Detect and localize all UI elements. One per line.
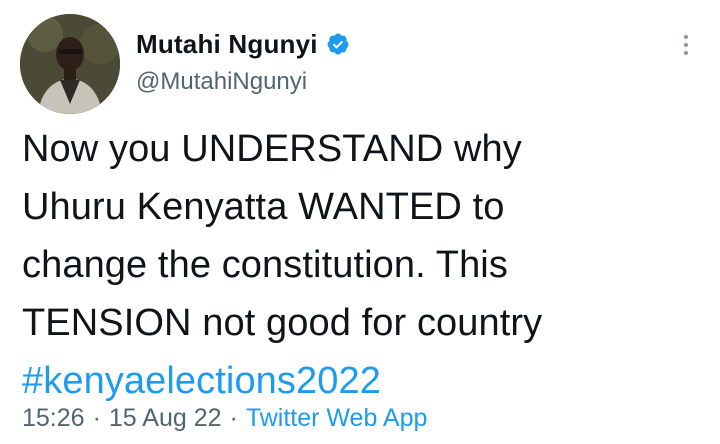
avatar-photo bbox=[20, 14, 120, 114]
tweet-time[interactable]: 15:26 bbox=[22, 404, 85, 432]
display-name[interactable]: Mutahi Ngunyi bbox=[136, 29, 318, 60]
tweet-line: Uhuru Kenyatta WANTED to bbox=[22, 186, 505, 228]
meta-separator: · bbox=[229, 404, 238, 432]
more-options-icon[interactable] bbox=[674, 30, 698, 60]
tweet-line: TENSION not good for country bbox=[22, 302, 543, 344]
avatar[interactable] bbox=[20, 14, 120, 114]
author-block: Mutahi Ngunyi @MutahiNgunyi bbox=[136, 26, 350, 106]
handle[interactable]: @MutahiNgunyi bbox=[136, 68, 350, 96]
tweet-text: Now you UNDERSTAND why Uhuru Kenyatta WA… bbox=[22, 120, 702, 410]
dot bbox=[684, 35, 688, 39]
name-row: Mutahi Ngunyi bbox=[136, 26, 350, 62]
tweet-date[interactable]: 15 Aug 22 bbox=[109, 404, 222, 432]
tweet-line: Now you UNDERSTAND why bbox=[22, 128, 522, 170]
tweet-line: change the constitution. This bbox=[22, 244, 508, 286]
verified-badge-icon bbox=[327, 33, 349, 55]
tweet-source-link[interactable]: Twitter Web App bbox=[246, 404, 428, 432]
hashtag-link[interactable]: #kenyaelections2022 bbox=[22, 352, 702, 410]
dot bbox=[684, 51, 688, 55]
dot bbox=[684, 43, 688, 47]
tweet-meta: 15:26 · 15 Aug 22 · Twitter Web App bbox=[22, 404, 427, 433]
meta-separator: · bbox=[92, 404, 101, 432]
tweet-card: Mutahi Ngunyi @MutahiNgunyi Now you UNDE… bbox=[0, 0, 720, 444]
